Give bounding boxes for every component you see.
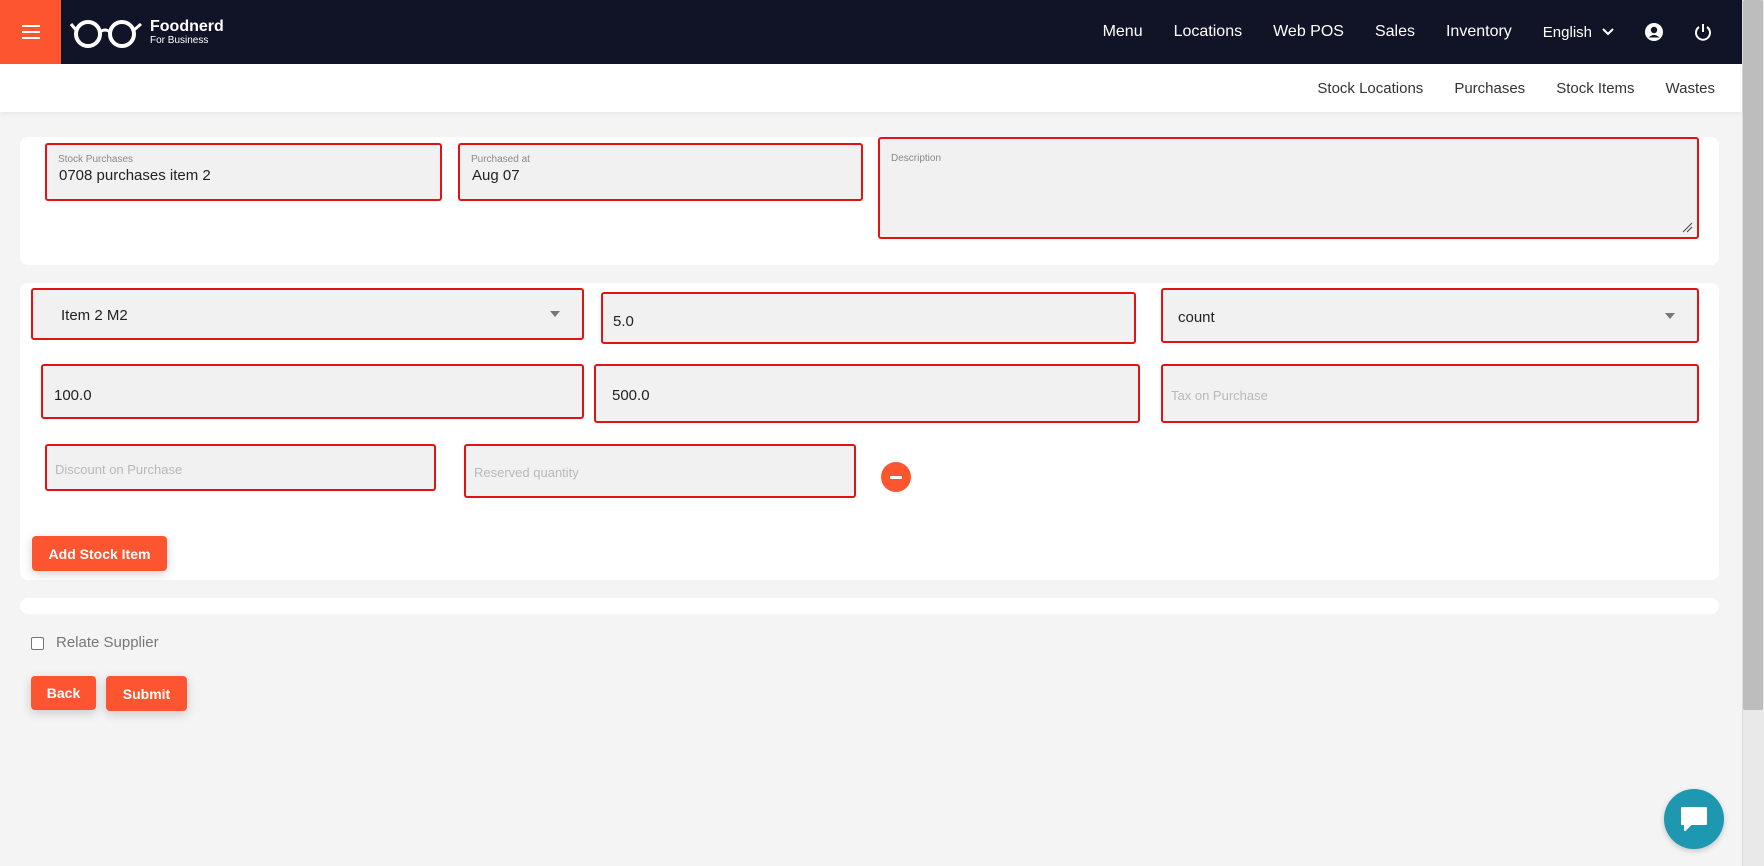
discount-on-purchase-input[interactable]: Discount on Purchase <box>45 444 436 491</box>
quantity-input[interactable]: 5.0 <box>601 292 1136 344</box>
inventory-subnav: Stock Locations Purchases Stock Items Wa… <box>0 64 1742 112</box>
app-logo[interactable]: Foodnerd For Business <box>70 16 224 48</box>
language-label: English <box>1542 23 1592 41</box>
nav-web-pos[interactable]: Web POS <box>1273 23 1344 41</box>
quantity-value: 5.0 <box>613 313 634 330</box>
stock-purchases-field[interactable]: Stock Purchases 0708 purchases item 2 <box>45 143 442 201</box>
remove-stock-item-button[interactable] <box>881 462 911 492</box>
scrollbar-thumb[interactable] <box>1743 0 1763 710</box>
power-icon <box>1695 24 1711 41</box>
description-label: Description <box>891 153 942 164</box>
glasses-logo-icon <box>70 20 142 48</box>
description-textarea[interactable]: Description <box>878 137 1699 239</box>
purchased-at-label: Purchased at <box>471 154 530 165</box>
chat-widget-button[interactable] <box>1664 789 1724 849</box>
chevron-down-icon <box>1602 28 1614 36</box>
dropdown-arrow-icon <box>550 311 560 317</box>
unit-price-value: 100.0 <box>54 387 92 404</box>
stock-item-select[interactable]: Item 2 M2 <box>31 288 584 340</box>
purchased-at-value: Aug 07 <box>472 167 520 184</box>
unit-selected: count <box>1178 309 1215 326</box>
reserved-placeholder: Reserved quantity <box>474 465 579 480</box>
subnav-wastes[interactable]: Wastes <box>1666 80 1715 97</box>
relate-supplier-checkbox[interactable] <box>31 637 44 650</box>
hamburger-menu-icon <box>21 25 40 39</box>
discount-placeholder: Discount on Purchase <box>55 462 183 477</box>
reserved-quantity-input[interactable]: Reserved quantity <box>464 444 856 498</box>
stock-item-selected: Item 2 M2 <box>61 307 128 324</box>
minus-circle-icon <box>890 475 902 479</box>
tax-placeholder: Tax on Purchase <box>1171 388 1268 403</box>
relate-supplier-label[interactable]: Relate Supplier <box>56 634 159 651</box>
subnav-purchases[interactable]: Purchases <box>1454 80 1525 97</box>
nav-inventory[interactable]: Inventory <box>1446 23 1512 41</box>
add-stock-item-button[interactable]: Add Stock Item <box>32 536 167 571</box>
language-selector[interactable]: English <box>1543 24 1614 41</box>
logout-button[interactable] <box>1694 23 1712 41</box>
back-button[interactable]: Back <box>31 676 96 710</box>
dropdown-arrow-icon <box>1665 312 1675 319</box>
total-price-value: 500.0 <box>612 387 650 404</box>
submit-button[interactable]: Submit <box>106 676 187 711</box>
app-name: Foodnerd <box>150 17 224 35</box>
total-price-input[interactable]: 500.0 <box>594 364 1140 423</box>
stock-purchases-value: 0708 purchases item 2 <box>59 167 211 184</box>
nav-menu[interactable]: Menu <box>1103 23 1143 41</box>
user-account-button[interactable] <box>1644 22 1664 42</box>
app-tagline: For Business <box>150 34 209 46</box>
main-nav: Menu Locations Web POS Sales Inventory E… <box>1072 0 1712 64</box>
nav-sales[interactable]: Sales <box>1375 23 1415 41</box>
subnav-stock-items[interactable]: Stock Items <box>1556 80 1634 97</box>
unit-select[interactable]: count <box>1161 288 1699 343</box>
supplier-card <box>20 598 1719 614</box>
resize-handle-icon[interactable] <box>1681 221 1693 233</box>
chat-bubble-icon <box>1681 807 1707 831</box>
nav-locations[interactable]: Locations <box>1174 23 1243 41</box>
tax-on-purchase-input[interactable]: Tax on Purchase <box>1161 364 1699 423</box>
hamburger-menu-button[interactable] <box>0 0 61 64</box>
unit-price-input[interactable]: 100.0 <box>41 364 584 419</box>
top-navbar: Foodnerd For Business Menu Locations Web… <box>0 0 1742 64</box>
purchased-at-field[interactable]: Purchased at Aug 07 <box>458 143 863 201</box>
stock-purchases-label: Stock Purchases <box>58 154 134 165</box>
user-account-icon <box>1645 23 1663 41</box>
subnav-stock-locations[interactable]: Stock Locations <box>1317 80 1423 97</box>
